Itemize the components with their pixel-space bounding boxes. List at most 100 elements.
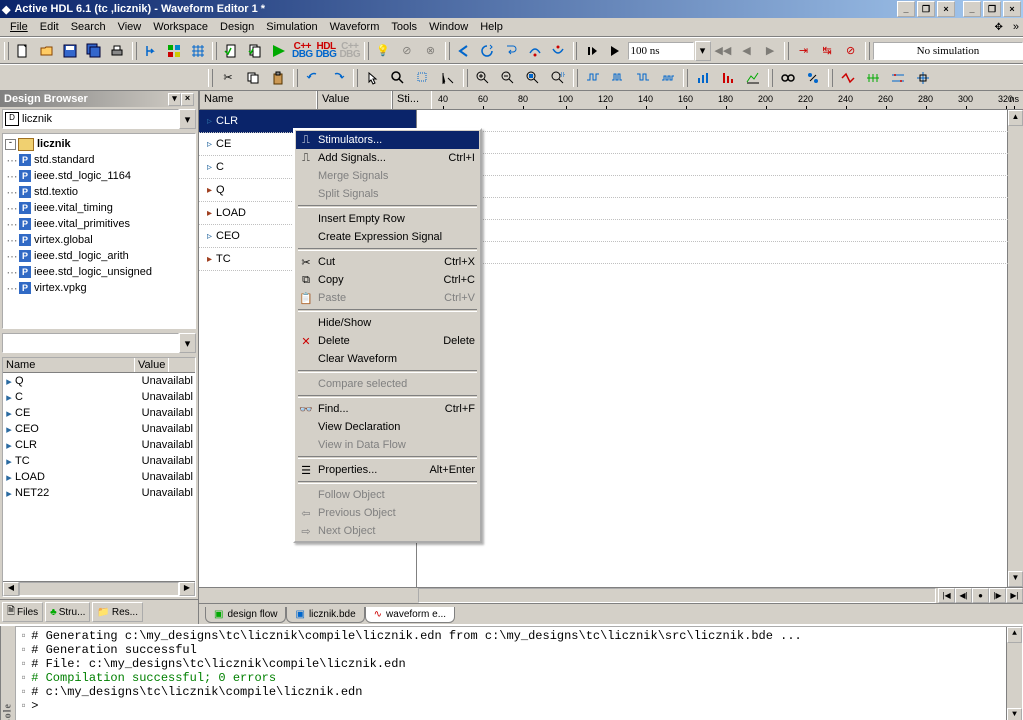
bar-center-button[interactable]: ● bbox=[972, 588, 989, 603]
tree-item[interactable]: ⋯Pvirtex.vpkg bbox=[5, 280, 193, 296]
time-ruler[interactable]: 4060801001201401601802002202402602803003… bbox=[432, 91, 1023, 109]
open-button[interactable] bbox=[35, 40, 58, 62]
time-dropdown-button[interactable]: ▾ bbox=[695, 41, 711, 61]
step-out-button[interactable] bbox=[547, 40, 570, 62]
minimize-button[interactable]: _ bbox=[897, 1, 915, 17]
prop-row[interactable]: ▸CLRUnavailabl bbox=[3, 437, 195, 453]
wave-col-sti[interactable]: Sti... bbox=[392, 91, 432, 109]
tree-item[interactable]: ⋯Pieee.vital_primitives bbox=[5, 216, 193, 232]
menu-workspace[interactable]: Workspace bbox=[147, 19, 214, 35]
console-text[interactable]: ▫# Generating c:\my_designs\tc\licznik\c… bbox=[15, 626, 1023, 720]
wave2-button[interactable] bbox=[606, 67, 630, 89]
chart2-button[interactable] bbox=[716, 67, 740, 89]
run-time-input[interactable] bbox=[628, 42, 694, 60]
library-select-field[interactable]: D licznik bbox=[2, 109, 179, 129]
menu-file[interactable]: File bbox=[4, 19, 34, 35]
context-menu-item[interactable]: View Declaration bbox=[296, 418, 479, 436]
run-button[interactable] bbox=[604, 40, 627, 62]
zoom-sel-button[interactable] bbox=[546, 67, 570, 89]
make-button[interactable] bbox=[267, 40, 290, 62]
zoom-button[interactable] bbox=[386, 67, 410, 89]
redo-button[interactable] bbox=[326, 67, 350, 89]
context-menu-item[interactable]: ✕DeleteDelete bbox=[296, 332, 479, 350]
break-disable-button[interactable]: ⊘ bbox=[839, 40, 862, 62]
prop-row[interactable]: ▸CEOUnavailabl bbox=[3, 421, 195, 437]
settings-button[interactable] bbox=[163, 40, 186, 62]
menu-view[interactable]: View bbox=[112, 19, 148, 35]
vertical-scrollbar[interactable]: ▲ ▼ bbox=[1007, 110, 1023, 587]
waveform-bottom-scroll[interactable]: |◀ ◀| ● |▶ ▶| bbox=[199, 587, 1023, 603]
tab-design-flow[interactable]: ▣ design flow bbox=[205, 607, 286, 623]
chart1-button[interactable] bbox=[691, 67, 715, 89]
props-scrollbar[interactable]: ◀▶ bbox=[3, 581, 195, 596]
restart-button[interactable] bbox=[580, 40, 603, 62]
bar-next-button[interactable]: |▶ bbox=[989, 588, 1006, 603]
menu-edit[interactable]: Edit bbox=[34, 19, 65, 35]
paste-button[interactable] bbox=[266, 67, 290, 89]
menu-overflow-icon[interactable]: » bbox=[1009, 21, 1023, 33]
gen-hdl-button[interactable]: HDLDBG bbox=[315, 40, 338, 62]
zoom-fit-button[interactable] bbox=[521, 67, 545, 89]
menu-design[interactable]: Design bbox=[214, 19, 260, 35]
cut-button[interactable]: ✂ bbox=[216, 67, 240, 89]
stim-button[interactable] bbox=[836, 67, 860, 89]
wave3-button[interactable] bbox=[631, 67, 655, 89]
prop-row[interactable]: ▸CUnavailabl bbox=[3, 389, 195, 405]
waveform-canvas[interactable]: ▲ ▼ bbox=[417, 110, 1023, 587]
wave1-button[interactable] bbox=[581, 67, 605, 89]
bookmark-button[interactable] bbox=[801, 67, 825, 89]
tree-root[interactable]: - licznik bbox=[5, 136, 193, 152]
compile-button[interactable] bbox=[140, 40, 163, 62]
context-menu-item[interactable]: ⧉CopyCtrl+C bbox=[296, 271, 479, 289]
library-tree[interactable]: - licznik ⋯Pstd.standard⋯Pieee.std_logic… bbox=[2, 133, 196, 329]
break-toggle-button[interactable]: ↹ bbox=[816, 40, 839, 62]
tree-item[interactable]: ⋯Pvirtex.global bbox=[5, 232, 193, 248]
break-button[interactable]: ⇥ bbox=[792, 40, 815, 62]
close-panel-icon[interactable]: × bbox=[181, 93, 194, 106]
gen-cpp-button[interactable]: C++DBG bbox=[291, 40, 314, 62]
prop-row[interactable]: ▸TCUnavailabl bbox=[3, 453, 195, 469]
select-range-button[interactable] bbox=[411, 67, 435, 89]
context-menu-item[interactable]: ⎍Stimulators... bbox=[296, 131, 479, 149]
addsig-button[interactable] bbox=[861, 67, 885, 89]
lightbulb-button[interactable]: 💡 bbox=[372, 40, 395, 62]
compile-file-button[interactable] bbox=[220, 40, 243, 62]
mdi-close-button[interactable]: × bbox=[1003, 1, 1021, 17]
bar-prev-button[interactable]: ◀| bbox=[955, 588, 972, 603]
prop-row[interactable]: ▸QUnavailabl bbox=[3, 373, 195, 389]
cmp-button[interactable] bbox=[886, 67, 910, 89]
goto-end-button[interactable]: ▶| bbox=[1006, 588, 1023, 603]
back-button[interactable] bbox=[453, 40, 476, 62]
menu-simulation[interactable]: Simulation bbox=[260, 19, 323, 35]
menu-window[interactable]: Window bbox=[423, 19, 474, 35]
step-into-button[interactable] bbox=[500, 40, 523, 62]
context-menu-item[interactable]: 👓Find...Ctrl+F bbox=[296, 400, 479, 418]
tree-item[interactable]: ⋯Pstd.textio bbox=[5, 184, 193, 200]
context-menu-item[interactable]: Hide/Show bbox=[296, 314, 479, 332]
library-dropdown-button[interactable]: ▾ bbox=[179, 109, 196, 129]
menu-help[interactable]: Help bbox=[474, 19, 509, 35]
prop-row[interactable]: ▸LOADUnavailabl bbox=[3, 469, 195, 485]
measure-button[interactable] bbox=[436, 67, 460, 89]
step-over-button[interactable] bbox=[523, 40, 546, 62]
menu-search[interactable]: Search bbox=[65, 19, 112, 35]
folder-tab-stru[interactable]: ♣Stru... bbox=[45, 602, 90, 622]
tree-item[interactable]: ⋯Pieee.vital_timing bbox=[5, 200, 193, 216]
tree-item[interactable]: ⋯Pstd.standard bbox=[5, 152, 193, 168]
context-menu-item[interactable]: Insert Empty Row bbox=[296, 210, 479, 228]
expand-icon[interactable]: ✥ bbox=[988, 20, 1008, 35]
zoom-in-button[interactable] bbox=[471, 67, 495, 89]
save-all-button[interactable] bbox=[83, 40, 106, 62]
props-col-value[interactable]: Value bbox=[135, 358, 169, 372]
goto-start-button[interactable]: |◀ bbox=[938, 588, 955, 603]
menu-waveform[interactable]: Waveform bbox=[324, 19, 386, 35]
tree-item[interactable]: ⋯Pieee.std_logic_1164 bbox=[5, 168, 193, 184]
tab-waveform[interactable]: ∿ waveform e... bbox=[365, 607, 455, 623]
chart3-button[interactable] bbox=[741, 67, 765, 89]
tree-collapse-icon[interactable]: - bbox=[5, 139, 16, 150]
console-scrollbar[interactable]: ▲ ▼ bbox=[1006, 627, 1022, 720]
prop-row[interactable]: ▸NET22Unavailabl bbox=[3, 485, 195, 501]
context-menu-item[interactable]: Create Expression Signal bbox=[296, 228, 479, 246]
wave-col-value[interactable]: Value bbox=[317, 91, 392, 109]
wave-col-name[interactable]: Name bbox=[199, 91, 317, 109]
